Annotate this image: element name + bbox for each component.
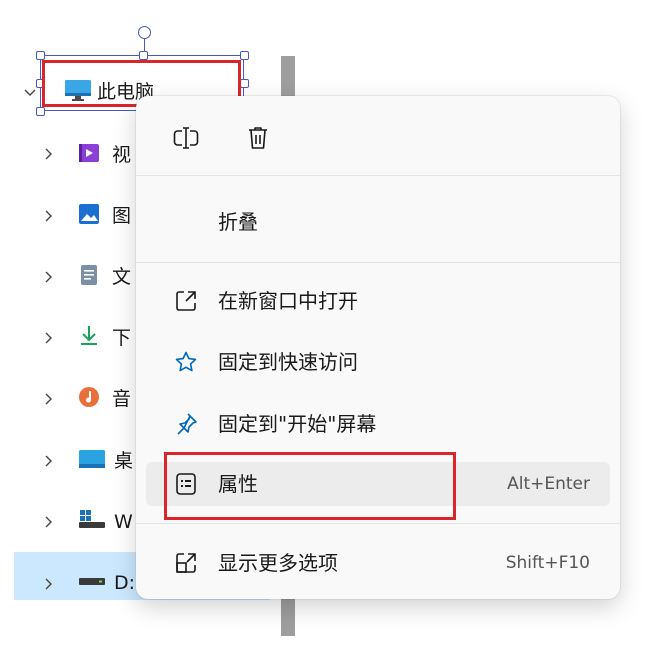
rotate-handle[interactable] [138, 26, 151, 39]
downloads-icon [78, 324, 100, 346]
shortcut-hint: Shift+F10 [505, 553, 590, 573]
menu-divider [136, 175, 620, 176]
menu-item-label: 折叠 [218, 210, 258, 234]
tree-label-videos[interactable]: 视 [112, 143, 131, 167]
menu-divider [136, 523, 620, 524]
tree-label-desktop[interactable]: 桌 [114, 449, 133, 473]
shortcut-hint: Alt+Enter [507, 474, 590, 494]
resize-handle[interactable] [36, 51, 45, 60]
tree-label-pictures[interactable]: 图 [112, 204, 131, 228]
resize-handle[interactable] [240, 79, 249, 88]
menu-item-label: 固定到快速访问 [218, 350, 358, 374]
trash-icon [246, 125, 270, 155]
menu-item-collapse[interactable]: 折叠 [146, 200, 610, 244]
menu-item-open-new-window[interactable]: 在新窗口中打开 [146, 279, 610, 323]
chevron-right-icon[interactable] [40, 269, 56, 285]
desktop-folder-icon [78, 448, 106, 470]
delete-button[interactable] [238, 120, 278, 160]
menu-item-pin-quick-access[interactable]: 固定到快速访问 [146, 340, 610, 384]
open-new-window-icon [174, 289, 198, 313]
menu-item-label: 在新窗口中打开 [218, 289, 358, 313]
tree-label-windows[interactable]: W [114, 510, 133, 534]
chevron-right-icon[interactable] [40, 576, 56, 592]
menu-item-show-more-options[interactable]: 显示更多选项 Shift+F10 [146, 541, 610, 585]
menu-item-pin-start[interactable]: 固定到"开始"屏幕 [146, 402, 610, 446]
resize-handle[interactable] [36, 107, 45, 116]
chevron-right-icon[interactable] [40, 330, 56, 346]
pin-icon [174, 412, 198, 436]
chevron-right-icon[interactable] [40, 146, 56, 162]
rename-button[interactable] [166, 120, 206, 160]
tree-label-music[interactable]: 音 [112, 387, 131, 411]
music-icon [78, 386, 100, 408]
resize-handle[interactable] [139, 51, 148, 60]
chevron-right-icon[interactable] [40, 208, 56, 224]
resize-handle[interactable] [240, 51, 249, 60]
star-icon [174, 350, 198, 374]
chevron-right-icon[interactable] [40, 391, 56, 407]
menu-item-label: 显示更多选项 [218, 551, 338, 575]
rename-icon [173, 126, 199, 154]
tree-label-d-drive[interactable]: D: [114, 571, 135, 595]
more-options-icon [174, 551, 198, 575]
tree-label-documents[interactable]: 文 [112, 265, 131, 289]
context-menu: 折叠 在新窗口中打开 固定到快速访问 固定到"开始"屏幕 属性 Alt+Ente… [136, 96, 620, 599]
highlight-box-properties [164, 452, 456, 520]
documents-folder-icon [78, 264, 100, 286]
menu-divider [136, 262, 620, 263]
chevron-right-icon[interactable] [40, 453, 56, 469]
windows-drive-icon [78, 508, 106, 530]
chevron-right-icon[interactable] [40, 514, 56, 530]
menu-item-label: 固定到"开始"屏幕 [218, 412, 377, 436]
videos-folder-icon [78, 142, 100, 164]
pictures-folder-icon [78, 203, 100, 225]
drive-icon [78, 570, 106, 592]
tree-label-downloads[interactable]: 下 [112, 326, 131, 350]
